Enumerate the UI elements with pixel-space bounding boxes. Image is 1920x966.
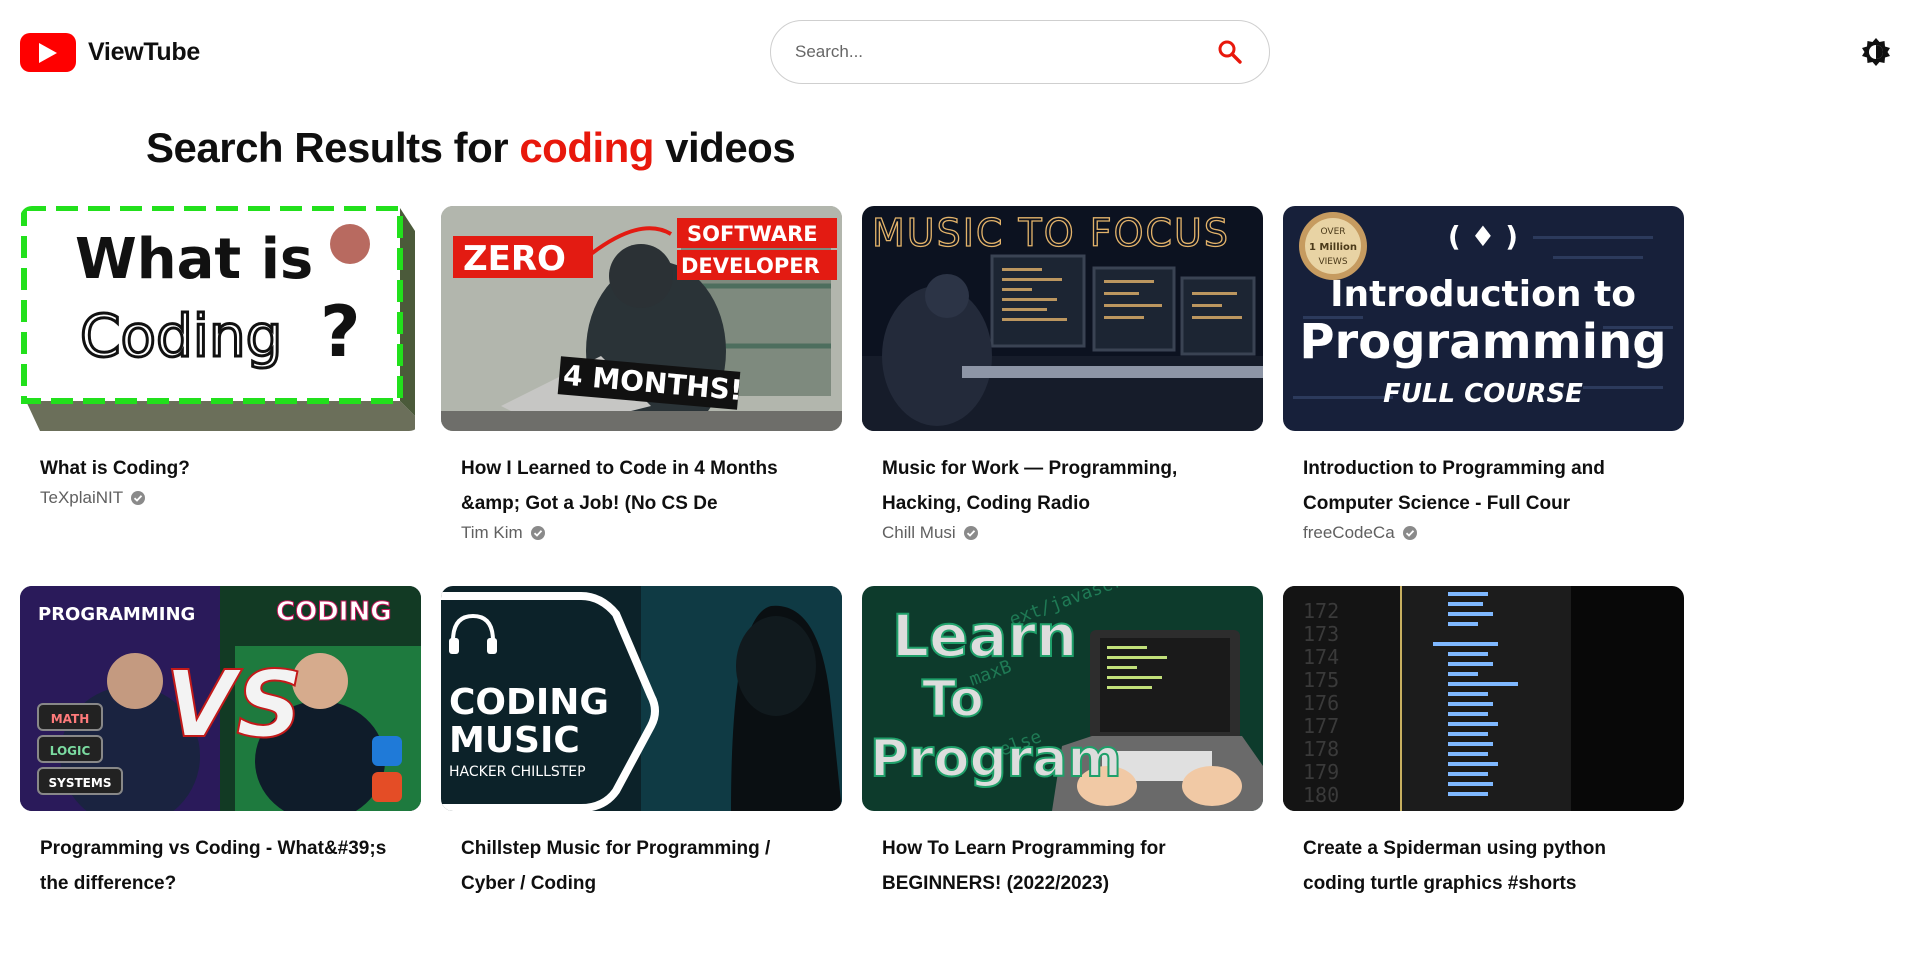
video-card[interactable]: ext/javascript" maxB else Learn To Progr… xyxy=(862,586,1263,966)
thumb-text: 174 xyxy=(1303,645,1339,669)
video-card[interactable]: OVER 1 Million VIEWS ( ♦ ) Introduction … xyxy=(1283,206,1684,586)
thumb-text: FULL COURSE xyxy=(1383,379,1583,409)
thumb-text: ? xyxy=(320,291,361,373)
verified-badge-icon xyxy=(131,491,146,505)
theme-toggle-button[interactable] xyxy=(1860,36,1892,68)
thumb-text: 173 xyxy=(1303,622,1339,646)
verified-badge-icon xyxy=(1402,526,1417,540)
video-thumbnail[interactable]: ext/javascript" maxB else Learn To Progr… xyxy=(862,586,1263,811)
results-query: coding xyxy=(519,124,654,171)
play-logo-icon xyxy=(20,33,76,72)
thumb-text: Program xyxy=(870,729,1122,789)
video-card[interactable]: 172 173 174 175 176 177 178 179 180 Crea… xyxy=(1283,586,1684,966)
video-card[interactable]: MUSIC TO FOCUS Music for Work — Programm… xyxy=(862,206,1263,586)
video-card[interactable]: CODING MUSIC HACKER CHILLSTEP Chillstep … xyxy=(441,586,842,966)
thumb-text: 1 Million xyxy=(1309,242,1357,253)
logo[interactable]: ViewTube xyxy=(20,33,200,72)
video-title[interactable]: Create a Spiderman using python coding t… xyxy=(1303,831,1664,901)
search-icon xyxy=(1218,40,1242,64)
channel-name[interactable]: freeCodeCa xyxy=(1303,523,1664,543)
thumb-text: 180 xyxy=(1303,783,1339,807)
thumb-text: Learn xyxy=(892,602,1077,670)
channel-label: TeXplaiNIT xyxy=(40,488,124,507)
video-card[interactable]: PROGRAMMING CODING VS MATH LOGIC SYSTEMS… xyxy=(20,586,421,966)
video-card[interactable]: ZERO SOFTWARE DEVELOPER 4 MONTHS! How I … xyxy=(441,206,842,586)
thumb-text: 176 xyxy=(1303,691,1339,715)
channel-label: Tim Kim xyxy=(461,523,523,542)
search-input[interactable] xyxy=(795,42,1215,62)
channel-label: Chill Musi xyxy=(882,523,956,542)
app-name: ViewTube xyxy=(88,38,200,66)
thumb-text: CODING xyxy=(276,597,392,627)
video-title[interactable]: How I Learned to Code in 4 Months &amp; … xyxy=(461,451,822,521)
thumb-text: SYSTEMS xyxy=(49,776,112,790)
thumb-text: LOGIC xyxy=(50,744,91,758)
thumb-text: What is xyxy=(75,227,313,292)
channel-name[interactable]: Chill Musi xyxy=(882,523,1243,543)
thumb-text: 175 xyxy=(1303,668,1339,692)
video-thumbnail[interactable]: OVER 1 Million VIEWS ( ♦ ) Introduction … xyxy=(1283,206,1684,431)
results-prefix: Search Results for xyxy=(146,124,520,171)
thumb-text: VS xyxy=(165,651,302,758)
thumb-text: MATH xyxy=(51,712,90,726)
thumb-text: Coding xyxy=(80,302,283,370)
thumb-text: To xyxy=(922,670,984,728)
video-thumbnail[interactable]: What is Coding ? xyxy=(20,206,421,431)
video-thumbnail[interactable]: MUSIC TO FOCUS xyxy=(862,206,1263,431)
channel-name[interactable]: Tim Kim xyxy=(461,523,822,543)
results-heading: Search Results for coding videos xyxy=(146,124,796,172)
fire-icon: ( ♦ ) xyxy=(1448,220,1518,253)
video-thumbnail[interactable]: ZERO SOFTWARE DEVELOPER 4 MONTHS! xyxy=(441,206,842,431)
thumb-text: ZERO xyxy=(463,239,566,279)
video-title[interactable]: Chillstep Music for Programming / Cyber … xyxy=(461,831,822,901)
thumb-text: Programming xyxy=(1299,314,1666,370)
brightness-icon xyxy=(1862,38,1890,66)
thumb-text: 179 xyxy=(1303,760,1339,784)
thumb-text: MUSIC TO FOCUS xyxy=(872,211,1230,255)
thumb-text: 178 xyxy=(1303,737,1339,761)
video-title[interactable]: What is Coding? xyxy=(40,451,401,486)
thumb-text: DEVELOPER xyxy=(681,254,820,278)
thumb-text: MUSIC xyxy=(449,720,580,761)
video-title[interactable]: Introduction to Programming and Computer… xyxy=(1303,451,1664,521)
results-suffix: videos xyxy=(653,124,796,171)
thumb-text: HACKER CHILLSTEP xyxy=(449,764,586,780)
verified-badge-icon xyxy=(963,526,978,540)
thumb-text: VIEWS xyxy=(1318,257,1347,267)
verified-badge-icon xyxy=(530,526,545,540)
video-thumbnail[interactable]: PROGRAMMING CODING VS MATH LOGIC SYSTEMS xyxy=(20,586,421,811)
thumb-text: OVER xyxy=(1320,227,1345,237)
search-bar xyxy=(770,20,1270,84)
video-thumbnail[interactable]: CODING MUSIC HACKER CHILLSTEP xyxy=(441,586,842,811)
thumb-text: Introduction to xyxy=(1330,274,1636,315)
video-card[interactable]: What is Coding ? What is Coding? TeXplai… xyxy=(20,206,421,586)
video-title[interactable]: How To Learn Programming for BEGINNERS! … xyxy=(882,831,1243,901)
video-grid: What is Coding ? What is Coding? TeXplai… xyxy=(20,206,1684,966)
channel-name[interactable]: TeXplaiNIT xyxy=(40,488,401,508)
thumb-text: 172 xyxy=(1303,599,1339,623)
video-title[interactable]: Music for Work — Programming, Hacking, C… xyxy=(882,451,1243,521)
channel-label: freeCodeCa xyxy=(1303,523,1395,542)
thumb-text: SOFTWARE xyxy=(687,222,818,246)
video-title[interactable]: Programming vs Coding - What&#39;s the d… xyxy=(40,831,401,901)
video-thumbnail[interactable]: 172 173 174 175 176 177 178 179 180 xyxy=(1283,586,1684,811)
top-bar: ViewTube xyxy=(0,0,1920,104)
thumb-text: CODING xyxy=(449,682,609,723)
thumb-text: PROGRAMMING xyxy=(38,604,195,625)
thumb-text: 177 xyxy=(1303,714,1339,738)
search-button[interactable] xyxy=(1215,37,1245,67)
